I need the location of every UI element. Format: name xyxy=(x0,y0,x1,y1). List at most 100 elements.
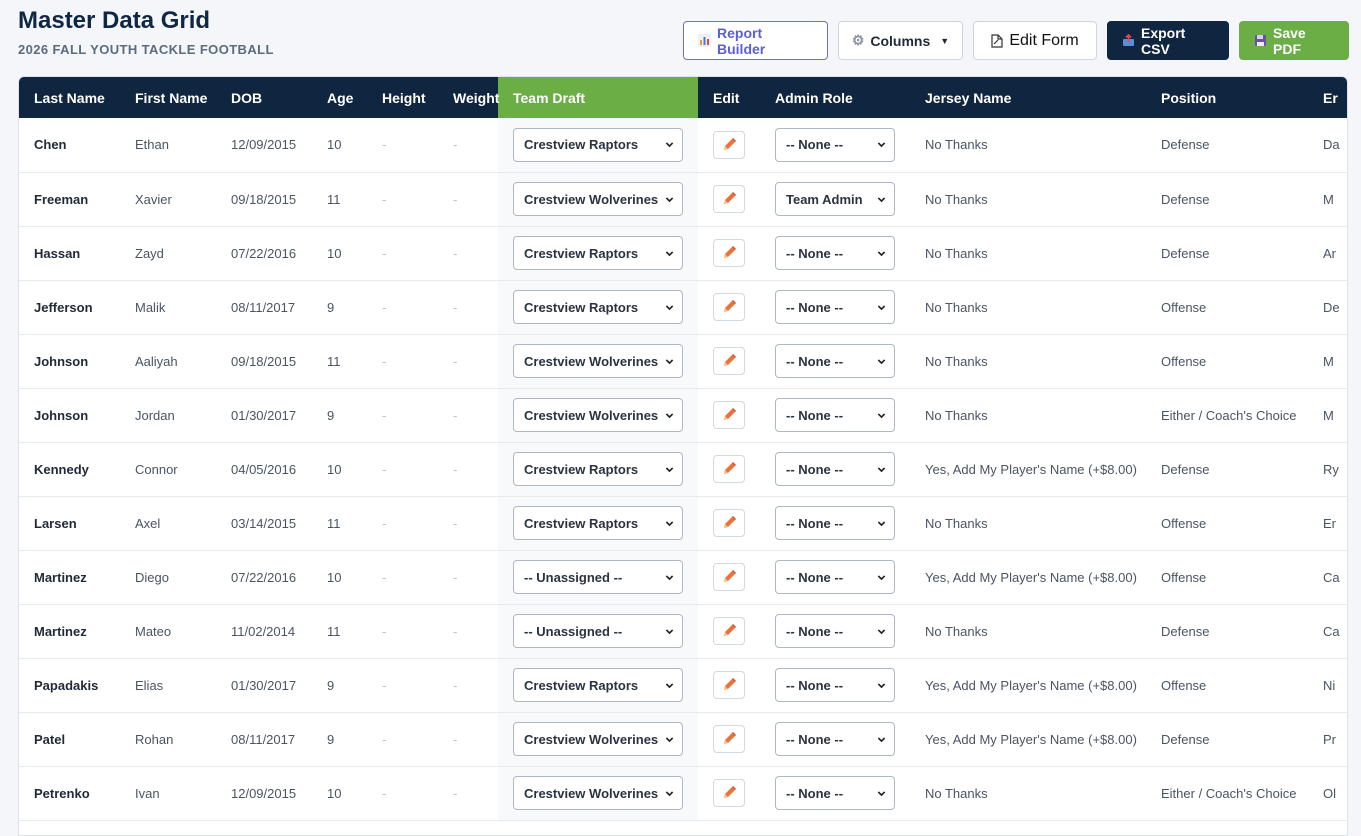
col-header-next[interactable]: Er xyxy=(1308,77,1347,118)
edit-row-button[interactable] xyxy=(713,671,745,699)
columns-button[interactable]: ⚙ Columns ▼ xyxy=(838,21,963,60)
team-draft-select[interactable]: Crestview Raptors xyxy=(513,236,683,270)
col-header-height[interactable]: Height xyxy=(367,77,438,118)
admin-role-select[interactable]: -- None -- xyxy=(775,290,895,324)
edit-row-button[interactable] xyxy=(713,401,745,429)
table-row: Martinez Diego 07/22/2016 10 - - -- Unas… xyxy=(19,550,1347,605)
cell-last-name: Martinez xyxy=(19,604,120,659)
admin-role-select[interactable]: -- None -- xyxy=(775,668,895,702)
cell-last-name: Freeman xyxy=(19,172,120,227)
cell-admin-role: -- None -- xyxy=(760,604,910,659)
cell-last-name: Johnson xyxy=(19,334,120,389)
cell-first-name: Zayd xyxy=(120,226,216,281)
col-header-dob[interactable]: DOB xyxy=(216,77,312,118)
table-row: Johnson Jordan 01/30/2017 9 - - Crestvie… xyxy=(19,388,1347,443)
admin-role-select[interactable]: -- None -- xyxy=(775,722,895,756)
admin-role-select[interactable]: -- None -- xyxy=(775,776,895,810)
edit-row-button[interactable] xyxy=(713,239,745,267)
edit-row-button[interactable] xyxy=(713,725,745,753)
cell-weight: - xyxy=(438,604,498,659)
edit-row-button[interactable] xyxy=(713,347,745,375)
cell-first-name: Ethan xyxy=(120,118,216,173)
cell-position: Offense xyxy=(1146,550,1308,605)
edit-row-button[interactable] xyxy=(713,509,745,537)
admin-role-select[interactable]: -- None -- xyxy=(775,344,895,378)
table-row: Johnson Aaliyah 09/18/2015 11 - - Crestv… xyxy=(19,334,1347,389)
admin-role-value: -- None -- xyxy=(786,515,844,531)
col-header-last-name[interactable]: Last Name xyxy=(19,77,120,118)
admin-role-select[interactable]: -- None -- xyxy=(775,560,895,594)
edit-row-button[interactable] xyxy=(713,293,745,321)
gear-icon: ⚙ xyxy=(851,32,865,48)
chevron-down-icon xyxy=(877,520,886,526)
cell-edit xyxy=(698,442,760,497)
team-draft-select[interactable]: Crestview Raptors xyxy=(513,452,683,486)
col-header-admin-role[interactable]: Admin Role xyxy=(760,77,910,118)
team-draft-value: Crestview Raptors xyxy=(524,137,639,153)
cell-position: Either / Coach's Choice xyxy=(1146,766,1308,821)
cell-last-name: Chen xyxy=(19,118,120,173)
team-draft-select[interactable]: Crestview Raptors xyxy=(513,506,683,540)
cell-position: Defense xyxy=(1146,226,1308,281)
cell-weight: - xyxy=(438,550,498,605)
cell-last-name: Petrenko xyxy=(19,766,120,821)
admin-role-select[interactable]: Team Admin xyxy=(775,182,895,216)
edit-row-button[interactable] xyxy=(713,617,745,645)
chevron-down-icon xyxy=(665,628,674,634)
edit-form-button[interactable]: Edit Form xyxy=(973,21,1097,60)
team-draft-select[interactable]: Crestview Raptors xyxy=(513,290,683,324)
team-draft-select[interactable]: -- Unassigned -- xyxy=(513,614,683,648)
cell-edit xyxy=(698,766,760,821)
col-header-first-name[interactable]: First Name xyxy=(120,77,216,118)
col-header-edit: Edit xyxy=(698,77,760,118)
edit-row-button[interactable] xyxy=(713,185,745,213)
edit-row-button[interactable] xyxy=(713,130,745,159)
team-draft-select[interactable]: -- Unassigned -- xyxy=(513,560,683,594)
cell-admin-role: -- None -- xyxy=(760,442,910,497)
team-draft-select[interactable]: Crestview Wolverines xyxy=(513,344,683,378)
cell-age: 11 xyxy=(312,334,367,389)
edit-row-button[interactable] xyxy=(713,563,745,591)
team-draft-select[interactable]: Crestview Wolverines xyxy=(513,182,683,216)
admin-role-select[interactable]: -- None -- xyxy=(775,614,895,648)
team-draft-value: Crestview Wolverines xyxy=(524,407,659,423)
col-header-team-draft[interactable]: Team Draft xyxy=(498,77,698,118)
admin-role-select[interactable]: -- None -- xyxy=(775,236,895,270)
admin-role-select[interactable]: -- None -- xyxy=(775,452,895,486)
chevron-down-icon xyxy=(877,304,886,310)
cell-team-draft: Crestview Wolverines xyxy=(498,172,698,227)
team-draft-select[interactable]: Crestview Wolverines xyxy=(513,398,683,432)
chevron-down-icon xyxy=(665,250,674,256)
col-header-age[interactable]: Age xyxy=(312,77,367,118)
team-draft-select[interactable]: Crestview Raptors xyxy=(513,668,683,702)
cell-first-name: Malik xyxy=(120,280,216,335)
cell-age: 10 xyxy=(312,226,367,281)
cell-team-draft: Crestview Wolverines xyxy=(498,712,698,767)
team-draft-select[interactable]: Crestview Raptors xyxy=(513,127,683,162)
col-header-position[interactable]: Position xyxy=(1146,77,1308,118)
floppy-disk-icon xyxy=(1254,34,1267,47)
cell-admin-role: -- None -- xyxy=(760,226,910,281)
export-csv-button[interactable]: Export CSV xyxy=(1107,21,1229,60)
report-builder-button[interactable]: Report Builder xyxy=(683,21,828,60)
cell-admin-role: -- None -- xyxy=(760,496,910,551)
cell-team-draft: Crestview Wolverines xyxy=(498,334,698,389)
master-data-grid: Last Name First Name DOB Age Height Weig… xyxy=(18,76,1348,836)
cell-height: - xyxy=(367,172,438,227)
cell-weight: - xyxy=(438,172,498,227)
edit-row-button[interactable] xyxy=(713,455,745,483)
edit-row-button[interactable] xyxy=(713,779,745,807)
save-pdf-button[interactable]: Save PDF xyxy=(1239,21,1349,60)
admin-role-select[interactable]: -- None -- xyxy=(775,127,895,162)
col-header-jersey-name[interactable]: Jersey Name xyxy=(910,77,1146,118)
cell-admin-role: -- None -- xyxy=(760,712,910,767)
admin-role-select[interactable]: -- None -- xyxy=(775,398,895,432)
cell-dob: 12/09/2015 xyxy=(216,766,312,821)
team-draft-select[interactable]: Crestview Wolverines xyxy=(513,776,683,810)
col-header-weight[interactable]: Weight xyxy=(438,77,499,118)
chevron-down-icon xyxy=(665,358,674,364)
cell-height: - xyxy=(367,712,438,767)
admin-role-select[interactable]: -- None -- xyxy=(775,506,895,540)
pencil-icon xyxy=(724,678,736,690)
team-draft-select[interactable]: Crestview Wolverines xyxy=(513,722,683,756)
